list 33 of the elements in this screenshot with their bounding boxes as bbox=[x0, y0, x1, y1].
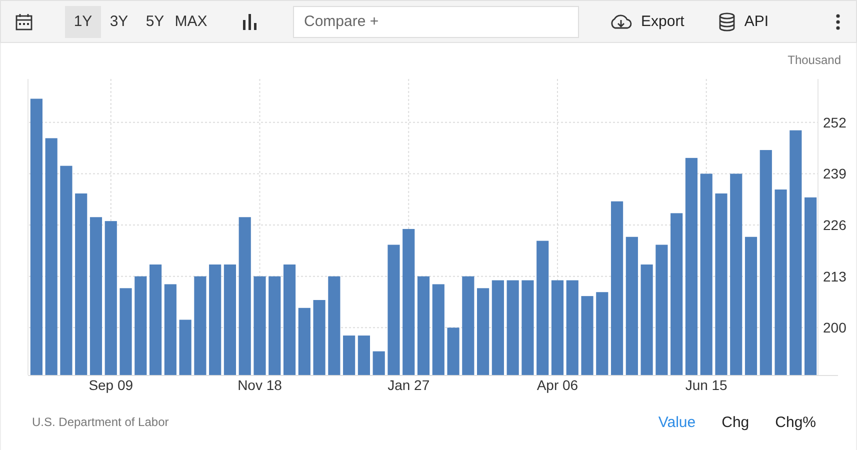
y-tick-label: 252 bbox=[823, 114, 846, 130]
range-tab[interactable]: 3Y bbox=[101, 6, 137, 38]
mode-link[interactable]: Chg bbox=[722, 414, 750, 430]
unit-label: Thousand bbox=[788, 52, 841, 66]
toolbar-button[interactable]: Export bbox=[609, 13, 684, 30]
range-tab[interactable]: MAX bbox=[173, 6, 209, 38]
y-tick-label: 213 bbox=[823, 268, 846, 284]
x-tick-label: Apr 06 bbox=[536, 377, 578, 393]
bar bbox=[372, 351, 385, 375]
toolbar-button[interactable]: API bbox=[718, 12, 769, 32]
bar bbox=[298, 308, 310, 375]
x-tick-label: Sep 09 bbox=[88, 377, 134, 393]
y-tick-label: 239 bbox=[823, 166, 846, 182]
y-tick-label: 226 bbox=[823, 217, 846, 234]
bar-chart-icon[interactable] bbox=[243, 14, 257, 30]
mode-link[interactable]: Value bbox=[658, 414, 696, 430]
x-tick-label: Nov 18 bbox=[238, 377, 282, 393]
bar bbox=[343, 336, 356, 375]
compare-field[interactable]: Compare + bbox=[293, 6, 579, 38]
range-tab[interactable]: 5Y bbox=[137, 6, 173, 38]
bar bbox=[358, 336, 370, 375]
range-tab[interactable]: 1Y bbox=[65, 6, 101, 38]
source-text: U.S. Department of Labor bbox=[32, 415, 169, 429]
database-icon bbox=[718, 12, 736, 32]
bar bbox=[447, 328, 460, 375]
x-tick-label: Jun 15 bbox=[685, 377, 728, 393]
calendar-icon[interactable] bbox=[15, 12, 33, 30]
mode-link[interactable]: Chg% bbox=[775, 414, 816, 430]
y-tick-label: 200 bbox=[823, 320, 846, 336]
more-menu-icon[interactable] bbox=[836, 14, 840, 30]
x-tick-label: Jan 27 bbox=[388, 377, 430, 393]
cloud-download-icon bbox=[609, 14, 633, 30]
bar bbox=[179, 320, 192, 375]
